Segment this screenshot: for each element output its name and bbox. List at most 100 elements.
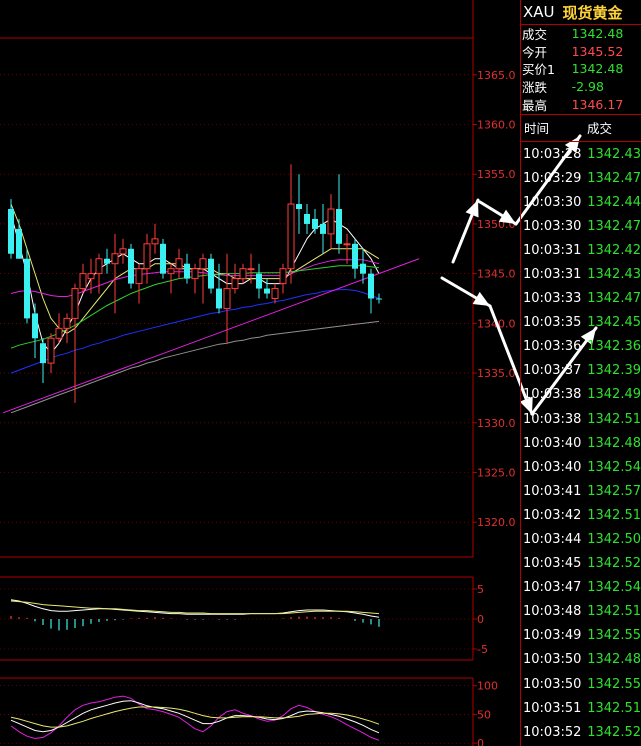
tick-row[interactable]: 10:03:41 1342.57 — [521, 479, 641, 503]
quote-value: -2.98 — [571, 79, 604, 95]
candle-body-up — [119, 248, 127, 255]
tick-row[interactable]: 10:03:51 1342.51 — [521, 696, 641, 720]
candle-body-up — [231, 278, 239, 290]
tick-row[interactable]: 10:03:30 1342.44 — [521, 190, 641, 214]
tick-row[interactable]: 10:03:28 1342.43 — [521, 142, 641, 166]
tick-row[interactable]: 10:03:44 1342.50 — [521, 527, 641, 551]
macd-panel: -5 0 5 — [0, 583, 488, 656]
price-tick-label: 1335.0 — [477, 367, 516, 380]
kdj-line — [10, 706, 380, 728]
tick-row[interactable]: 10:03:31 1342.43 — [521, 262, 641, 286]
candle-body-up — [87, 273, 95, 280]
tick-time: 10:03:31 — [523, 242, 582, 258]
quote-value: 1345.52 — [571, 43, 624, 59]
candle-body-down — [360, 263, 366, 274]
quote-title-bar: XAU 现货黄金 — [521, 0, 641, 25]
candle-body-up — [111, 253, 119, 265]
tick-time: 10:03:40 — [523, 459, 582, 475]
tick-price: 1342.43 — [587, 266, 641, 282]
tick-row[interactable]: 10:03:36 1342.36 — [521, 335, 641, 359]
tick-row[interactable]: 10:03:29 1342.47 — [521, 166, 641, 190]
price-tick-label: 1330.0 — [477, 417, 516, 430]
kdj-line — [10, 700, 380, 734]
quote-row: 成交 1342.48 — [521, 25, 641, 43]
candle-body-down — [376, 298, 382, 300]
tick-time: 10:03:42 — [523, 507, 582, 523]
tick-row[interactable]: 10:03:50 1342.48 — [521, 648, 641, 672]
tick-time: 10:03:38 — [523, 411, 582, 427]
tick-row[interactable]: 10:03:47 1342.54 — [521, 576, 641, 600]
tick-row[interactable]: 10:03:49 1342.55 — [521, 624, 641, 648]
price-tick-label: 1355.0 — [477, 168, 516, 181]
tick-row[interactable]: 10:03:38 1342.49 — [521, 383, 641, 407]
tick-table-header: 时间 成交 — [521, 115, 641, 142]
tick-row[interactable]: 10:03:50 1342.55 — [521, 672, 641, 696]
tick-row[interactable]: 10:03:40 1342.54 — [521, 455, 641, 479]
quote-row: 今开 1345.52 — [521, 43, 641, 61]
tick-price: 1342.55 — [587, 628, 641, 644]
tick-table[interactable]: 10:03:28 1342.43 10:03:29 1342.47 10:03:30 13… — [521, 142, 641, 744]
candle-body-down — [304, 213, 310, 224]
candle-body-down — [8, 209, 14, 254]
tick-row[interactable]: 10:03:38 1342.51 — [521, 407, 641, 431]
candle-body-up — [71, 288, 79, 319]
candle-body-up — [223, 288, 231, 309]
tick-row[interactable]: 10:03:40 1342.48 — [521, 431, 641, 455]
tick-price: 1342.55 — [587, 676, 641, 692]
candle-body-up — [151, 238, 159, 245]
tick-row[interactable]: 10:03:52 1342.52 — [521, 720, 641, 744]
candle-body-up — [79, 273, 87, 290]
candle-body-down — [128, 248, 134, 284]
tick-row[interactable]: 10:03:35 1342.45 — [521, 311, 641, 335]
tick-row[interactable]: 10:03:33 1342.47 — [521, 287, 641, 311]
kdj-panel: 0 50 100 — [0, 680, 498, 746]
tick-price: 1342.42 — [587, 242, 641, 258]
quote-label: 成交 — [522, 27, 548, 43]
tick-time: 10:03:36 — [523, 339, 582, 355]
tick-price: 1342.48 — [587, 652, 641, 668]
candle-body-down — [32, 313, 38, 339]
quote-label: 买价1 — [522, 62, 555, 78]
price-tick-label: 1360.0 — [477, 119, 516, 132]
quote-row: 买价1 1342.48 — [521, 60, 641, 78]
tick-time: 10:03:33 — [523, 291, 582, 307]
candle-body-up — [191, 268, 199, 280]
macd-tick-label: 5 — [477, 583, 484, 596]
tick-row[interactable]: 10:03:45 1342.52 — [521, 552, 641, 576]
candle-body-down — [160, 243, 166, 274]
tick-row[interactable]: 10:03:48 1342.51 — [521, 600, 641, 624]
tick-price: 1342.43 — [587, 146, 641, 162]
candle-body-up — [239, 268, 247, 280]
candle-body-up — [327, 208, 335, 235]
tick-row[interactable]: 10:03:37 1342.39 — [521, 359, 641, 383]
tick-time: 10:03:31 — [523, 266, 582, 282]
candle-body-up — [247, 268, 255, 271]
tick-row[interactable]: 10:03:30 1342.47 — [521, 214, 641, 238]
tick-time: 10:03:44 — [523, 532, 582, 548]
macd-tick-label: 0 — [477, 613, 484, 626]
symbol-code: XAU — [523, 3, 555, 21]
candle-body-up — [143, 243, 151, 270]
candle-body-up — [279, 268, 287, 285]
kdj-tick-label: 50 — [477, 708, 491, 721]
candle-body-up — [175, 258, 183, 270]
quote-row: 最高 1346.17 — [521, 95, 641, 113]
tick-time: 10:03:29 — [523, 170, 582, 186]
tick-time: 10:03:28 — [523, 146, 582, 162]
macd-line — [10, 600, 380, 615]
candle-body-down — [264, 288, 270, 294]
price-tick-label: 1345.0 — [477, 268, 516, 281]
kdj-tick-label: 100 — [477, 680, 498, 693]
tick-price: 1342.52 — [587, 724, 641, 740]
tick-time: 10:03:30 — [523, 194, 582, 210]
tick-price: 1342.45 — [587, 315, 641, 331]
tick-time: 10:03:45 — [523, 556, 582, 572]
tick-row[interactable]: 10:03:31 1342.42 — [521, 238, 641, 262]
symbol-name: 现货黄金 — [562, 3, 623, 22]
candle-body-down — [368, 273, 374, 299]
tick-price: 1342.54 — [587, 459, 641, 475]
macd-line — [10, 599, 380, 618]
candle-body-down — [256, 273, 262, 289]
candle-body-up — [47, 337, 55, 364]
tick-row[interactable]: 10:03:42 1342.51 — [521, 503, 641, 527]
